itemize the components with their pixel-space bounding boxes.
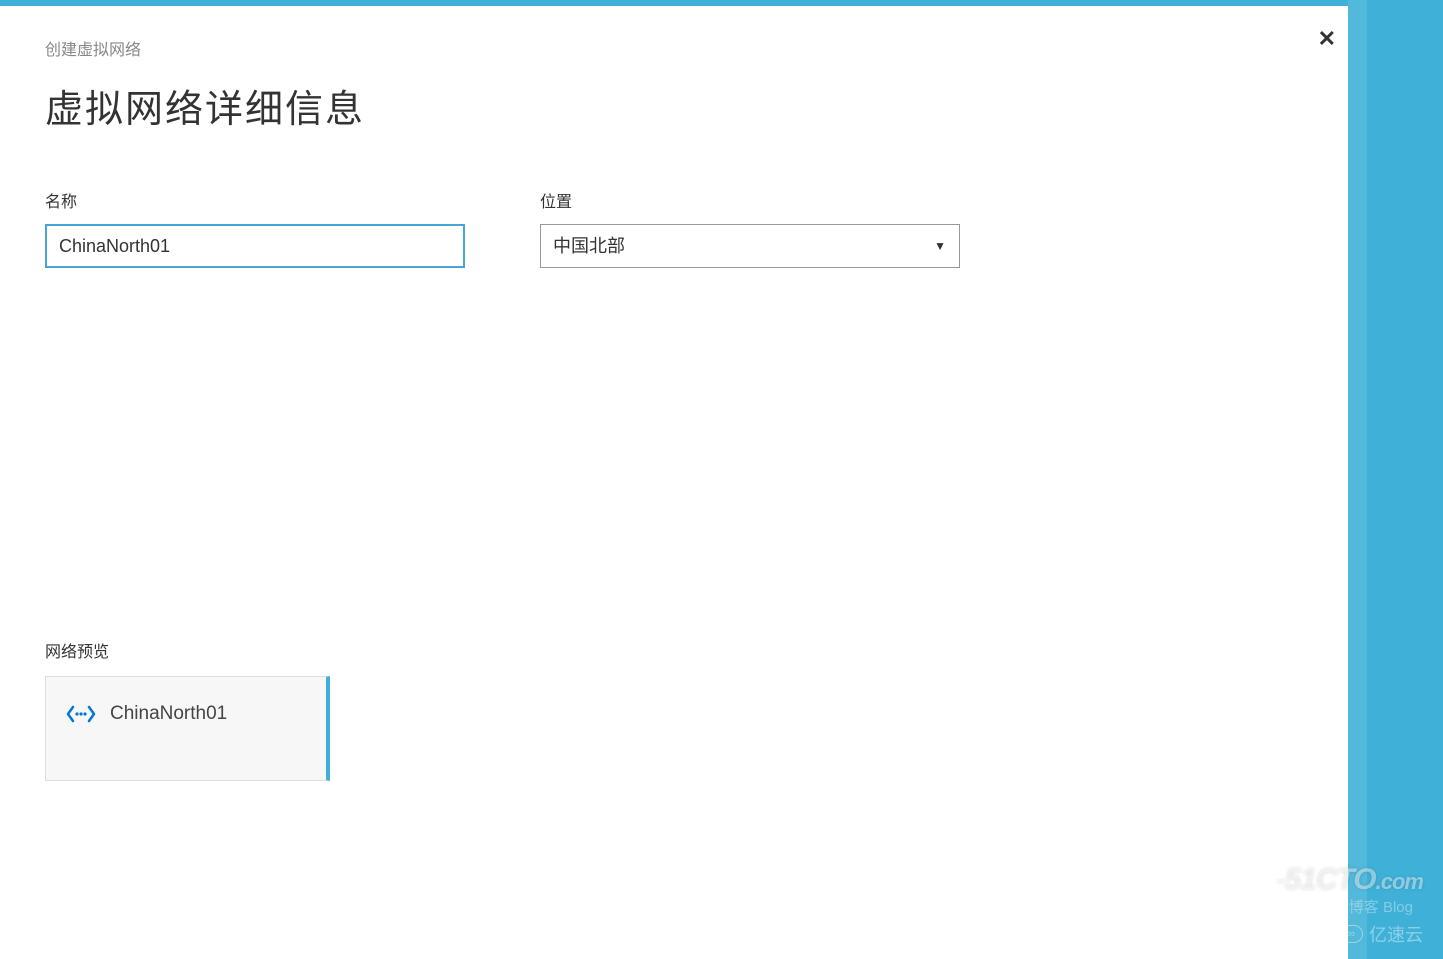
form-row: 名称 位置 中国北部 ▼ [45, 188, 1303, 268]
location-field-group: 位置 中国北部 ▼ [540, 188, 960, 268]
close-button[interactable]: ✕ [1318, 28, 1336, 50]
location-select[interactable]: 中国北部 [540, 224, 960, 268]
name-field-group: 名称 [45, 188, 465, 268]
dialog-content: ✕ 创建虚拟网络 虚拟网络详细信息 名称 位置 中国北部 ▼ 网络预览 [0, 6, 1348, 959]
preview-section-label: 网络预览 [45, 638, 1303, 662]
preview-card[interactable]: ChinaNorth01 [45, 676, 330, 781]
network-preview-section: 网络预览 ChinaNorth01 [45, 638, 1303, 781]
location-label: 位置 [540, 188, 960, 212]
name-label: 名称 [45, 188, 465, 212]
page-title: 虚拟网络详细信息 [45, 78, 1303, 133]
location-select-wrapper: 中国北部 ▼ [540, 224, 960, 268]
preview-card-name: ChinaNorth01 [110, 703, 227, 725]
right-accent-bar [1348, 0, 1443, 959]
breadcrumb: 创建虚拟网络 [45, 36, 1303, 60]
network-icon [66, 703, 96, 730]
name-input[interactable] [45, 224, 465, 268]
